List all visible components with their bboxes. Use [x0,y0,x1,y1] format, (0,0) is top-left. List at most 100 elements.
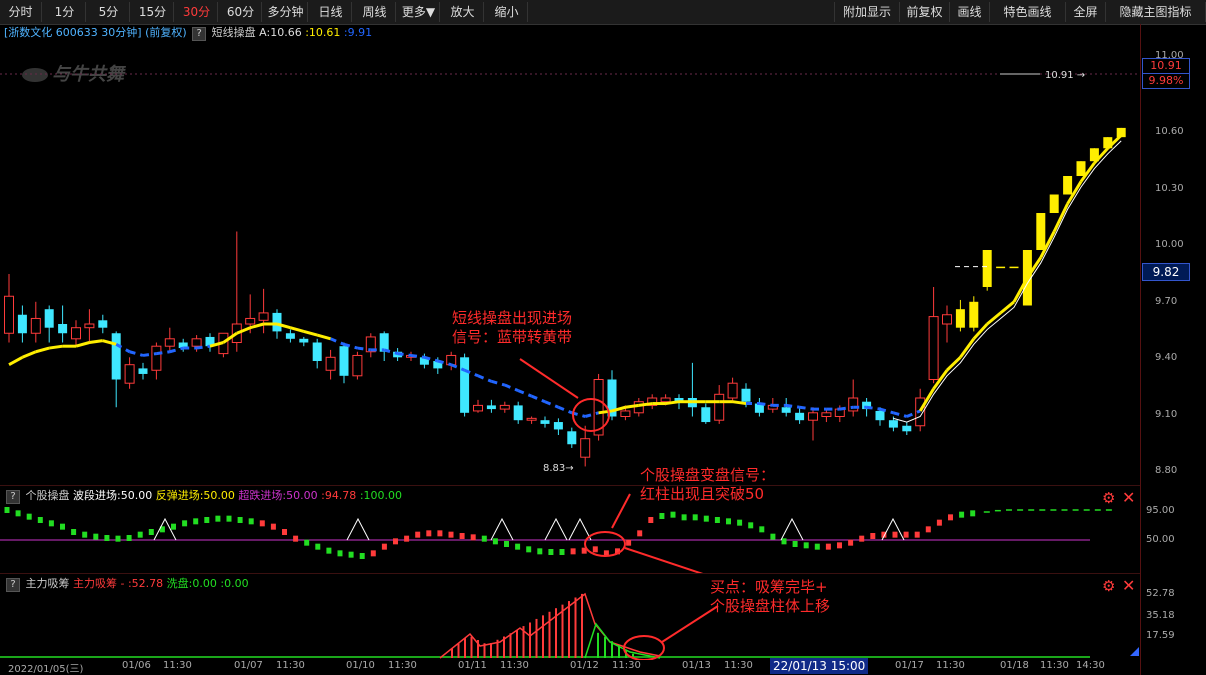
time-tick: 01/18 [1000,660,1029,671]
candle [84,323,95,329]
zoom-out-button[interactable]: 缩小 [486,2,528,22]
time-tick: 11:30 [936,660,965,671]
current-price-box: 9.82 [1142,263,1190,281]
short-line-band [491,379,506,387]
hide-main-indicator-button[interactable]: 隐藏主图指标 [1106,2,1206,22]
candle [848,397,859,412]
indicator1-bar [315,543,321,550]
cursor-time-label: 22/01/13 15:00 [770,658,869,674]
indicator1-bar [415,531,421,538]
extra-display-button[interactable]: 附加显示 [834,2,900,22]
ind2-tick: 35.18 [1146,610,1175,621]
indicator1-bar [259,520,265,527]
candle [660,397,671,403]
indicator1-bar [770,533,776,540]
indicator1-bar [204,517,210,523]
indicator1-bar [759,526,765,533]
annotation-arrow [611,493,631,529]
price-line [893,140,1122,423]
time-tick: 11:30 [388,660,417,671]
indicator1-bar [459,533,465,539]
short-line-band [303,329,318,337]
candle [902,425,912,432]
tab-fenshi[interactable]: 分时 [0,2,42,22]
candle [540,420,550,424]
indicator1-bar [492,538,498,545]
indicator1-bar [781,538,787,545]
short-line-band [316,333,331,341]
indicator1-bar [814,543,820,550]
indicator1-bar [26,513,32,520]
indicator1-bar [304,539,310,546]
candle [71,327,81,340]
indicator1-bar [848,539,854,546]
candle [272,312,282,332]
time-tick: 14:30 [1076,660,1105,671]
candle [567,431,577,445]
candle [111,333,121,380]
indicator1-bar [82,531,88,538]
indicator1-bar [137,531,143,538]
indicator1-bar [925,526,931,533]
tab-60min[interactable]: 60分 [220,2,262,22]
candle [526,417,537,421]
candle [460,357,470,413]
tab-multi-min[interactable]: 多分钟 [264,2,308,22]
ind2-tick: 52.78 [1146,588,1175,599]
pane-divider [0,485,1140,486]
candlestick-chart[interactable]: 10.91 → 8.83→ [0,24,1140,482]
indicator1-bar [504,541,509,547]
short-line-band [8,355,24,367]
tab-weekly[interactable]: 周线 [354,2,396,22]
candle [312,342,322,361]
high-price-marker: 10.91 → [1045,70,1085,81]
short-line-band [986,311,1002,326]
short-line-band [330,337,345,346]
ind2-tick: 17.59 [1146,630,1175,641]
time-tick: 01/11 [458,660,487,671]
short-line-band [75,341,90,348]
short-line-band [638,402,653,407]
indicator1-bar [282,529,287,535]
tab-1min[interactable]: 1分 [44,2,86,22]
time-tick: 2022/01/05(三) [8,664,84,675]
tab-15min[interactable]: 15分 [132,2,174,22]
fullscreen-button[interactable]: 全屏 [1066,2,1106,22]
short-line-band [383,348,398,356]
candle [4,295,14,334]
indicator1-bar [959,511,965,518]
indicator2-chart[interactable] [0,576,1140,660]
indicator1-chart[interactable] [0,488,1140,573]
candle [620,410,631,418]
forward-adjust-button[interactable]: 前复权 [900,2,950,22]
indicator1-bar [193,518,199,525]
short-line-band [999,300,1015,315]
indicator1-bar [825,543,831,550]
more-dropdown[interactable]: 更多▼ [398,2,440,22]
indicator1-bar [837,542,842,549]
short-line-band [156,350,171,356]
draw-line-button[interactable]: 画线 [950,2,990,22]
short-line-band [410,353,425,359]
tab-30min[interactable]: 30分 [176,2,218,22]
candle [714,393,725,421]
indicator1-bar [437,530,443,537]
candle [325,356,336,371]
candle [955,309,965,328]
indicator1-bar [326,547,332,554]
zoom-in-button[interactable]: 放大 [442,2,484,22]
indicator1-bar [71,529,77,535]
tab-5min[interactable]: 5分 [88,2,130,22]
time-tick: 01/13 [682,660,711,671]
special-draw-button[interactable]: 特色画线 [990,2,1066,22]
tab-daily[interactable]: 日线 [310,2,352,22]
short-line-band [477,374,492,383]
indicator1-bar [870,533,876,539]
candle [513,405,523,421]
indicator1-bar [215,515,221,522]
price-tick: 10.00 [1155,239,1184,250]
triangle-signal-icon [346,517,370,541]
indicator1-bar [592,546,598,553]
candle [473,404,483,412]
indicator1-bar [104,535,110,541]
